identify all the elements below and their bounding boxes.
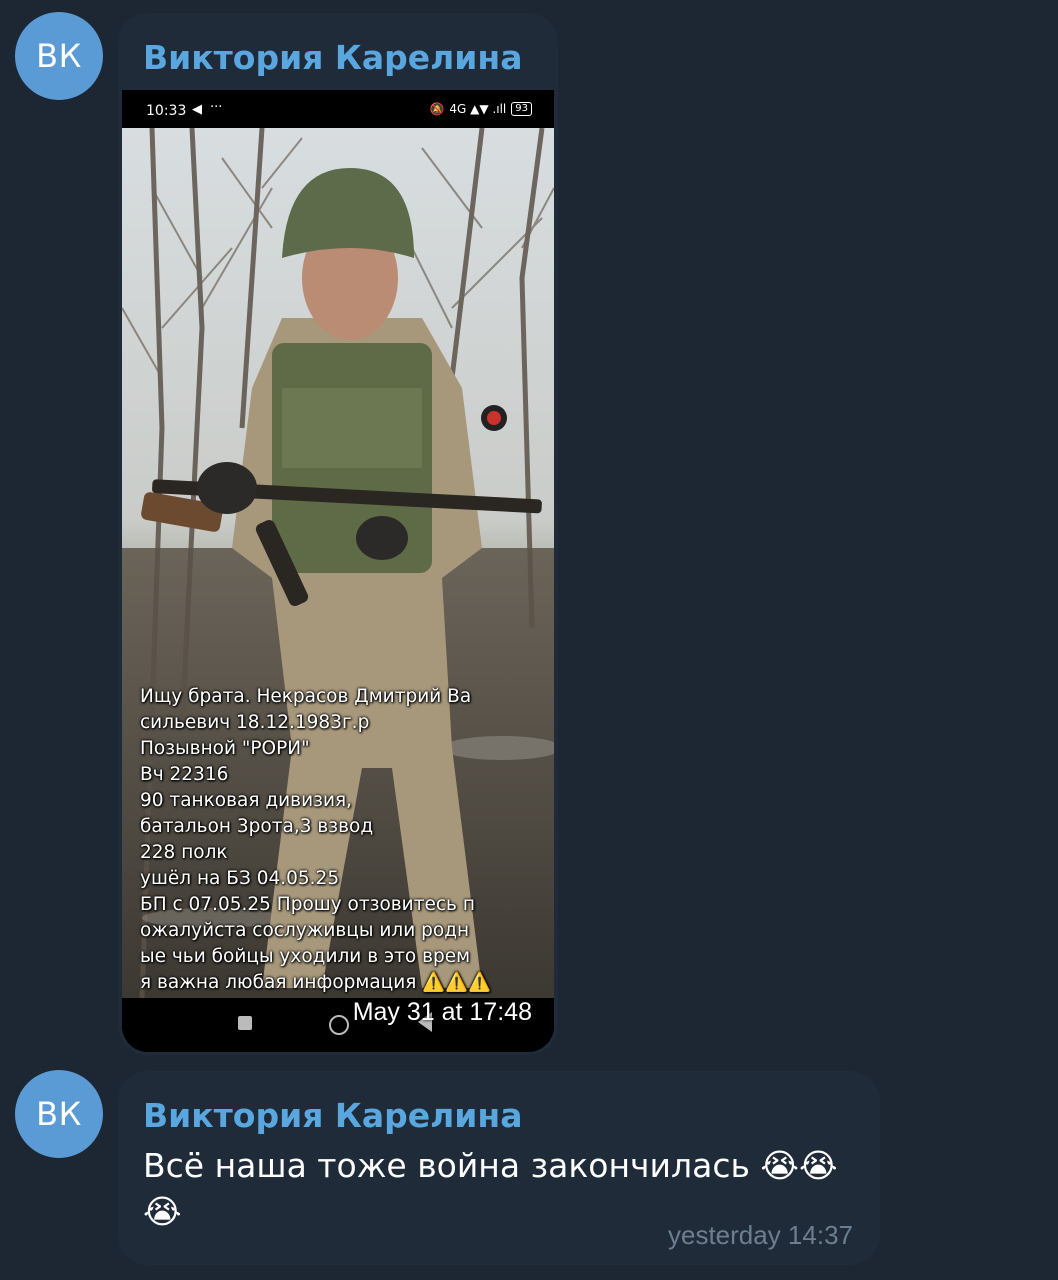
signal-icon: 4G ▲▼ .ıll xyxy=(449,102,507,116)
mute-icon: 🔕 xyxy=(429,102,445,116)
sender-avatar[interactable]: ВК xyxy=(15,1070,103,1158)
message-time: May 31 at 17:48 xyxy=(352,998,532,1026)
soldier-photo: Ищу брата. Некрасов Дмитрий Ва сильевич … xyxy=(122,128,554,998)
avatar-initials: ВК xyxy=(36,37,82,75)
home-icon xyxy=(329,1015,349,1035)
message-time: yesterday 14:37 xyxy=(667,1220,853,1250)
battery-icon: 93 xyxy=(511,102,532,116)
status-icons: 🔕 4G ▲▼ .ıll 93 xyxy=(429,102,532,116)
sender-avatar[interactable]: ВК xyxy=(15,12,103,100)
more-notifications-icon: ··· xyxy=(210,100,223,115)
sender-name[interactable]: Виктория Карелина xyxy=(143,38,523,77)
recents-icon xyxy=(238,1016,252,1030)
status-time: 10:33 xyxy=(146,103,187,119)
search-appeal-text: Ищу брата. Некрасов Дмитрий Ва сильевич … xyxy=(140,686,492,993)
sender-name[interactable]: Виктория Карелина xyxy=(143,1096,523,1135)
photo-attachment[interactable]: 10:33 ◀ ··· 🔕 4G ▲▼ .ıll 93 Ищу брата. Н… xyxy=(122,90,554,1052)
avatar-initials: ВК xyxy=(36,1095,82,1133)
telegram-icon: ◀ xyxy=(192,102,202,117)
phone-status-bar: 10:33 ◀ ··· 🔕 4G ▲▼ .ıll 93 xyxy=(122,90,554,128)
